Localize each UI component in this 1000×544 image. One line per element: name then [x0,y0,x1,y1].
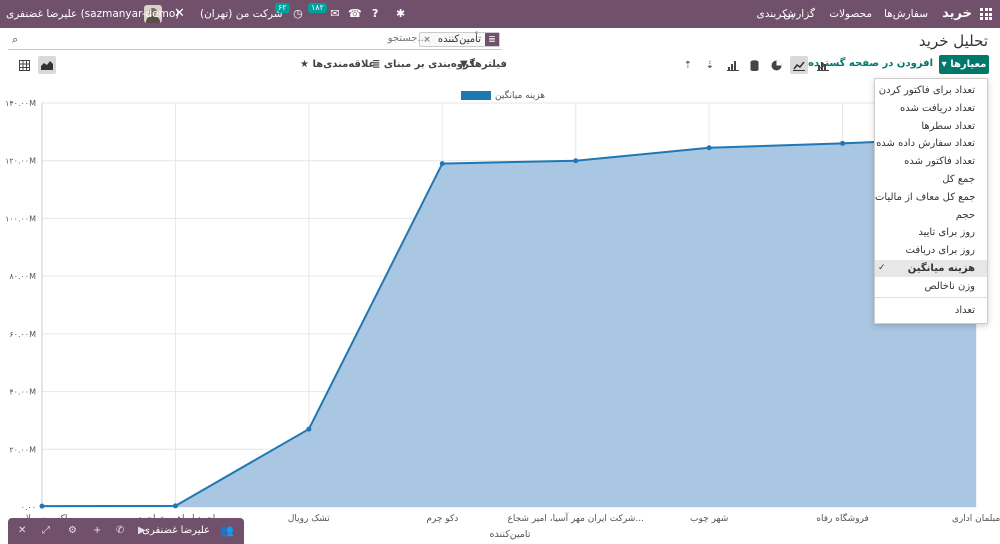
video-icon[interactable]: ▶ [138,525,146,536]
groupby-toggle[interactable]: ≣ گروه‌بندی بر مبنای [372,59,475,70]
menu-configuration[interactable]: پیکربندی [756,0,794,28]
x-tick-label: فروشگاه رفاه [816,512,869,524]
data-point [573,158,579,164]
message-count-badge: ۱۸۲ [308,3,327,13]
measure-item[interactable]: وزن ناخالص [875,278,987,295]
pivot-view-icon[interactable] [15,56,33,74]
stacked-icon[interactable] [745,56,763,74]
support-icon[interactable]: ☎ [348,0,362,28]
groupby-facet-icon: ≣ [485,33,499,46]
measures-dropdown: تعداد برای فاکتور کردن تعداد دریافت شده تع… [874,78,988,324]
measures-button[interactable]: ▾ معیارها [939,55,989,74]
data-point [172,503,178,509]
settings-icon[interactable]: ⚙ [68,525,77,536]
graph-view-icon[interactable] [38,56,56,74]
measure-item[interactable]: روز برای دریافت [875,242,987,259]
measure-item[interactable]: هزینه میانگین ✓ [875,260,987,277]
y-tick-label: ۴۰.۰۰M [9,388,36,397]
data-point [706,145,712,151]
y-tick-label: ۱۴۰.۰۰M [5,99,36,108]
y-tick-label: ۰.۰۰ [21,503,36,512]
y-tick-label: ۶۰.۰۰M [9,330,36,339]
favorites-toggle[interactable]: ★ علاقه‌مندی‌ها [300,59,375,70]
legend-swatch[interactable] [461,91,491,100]
facet-value: تأمین‌کننده [437,34,481,45]
users-icon: 👥 [220,524,234,537]
data-point [39,503,45,509]
menu-products[interactable]: محصولات [829,0,872,28]
sort-descending-icon[interactable]: ⇣ [701,56,719,74]
y-tick-label: ۲۰.۰۰M [9,445,36,454]
pie-chart-icon[interactable] [767,56,785,74]
x-tick-label: تشک رویال [288,514,330,524]
x-tick-label: دکو چرم [426,514,458,524]
measure-item[interactable]: جمع کل [875,171,987,188]
y-tick-label: ۱۲۰.۰۰M [5,157,36,166]
chat-user-name: علیرضا غضنفری [142,525,210,536]
measure-item[interactable]: روز برای تایید [875,224,987,241]
x-axis-label: تامین‌کننده [490,529,531,540]
help-icon[interactable]: ? [372,0,378,28]
add-user-icon[interactable]: + [93,525,101,536]
measure-item-count[interactable]: تعداد [875,302,987,319]
app-brand[interactable]: خرید [942,0,972,28]
company-switcher[interactable]: شرکت من (تهران) [200,0,283,28]
menu-divider [875,297,987,298]
data-point [840,140,846,146]
legend-label[interactable]: هزینه میانگین [495,89,545,101]
page-title: تحلیل خرید [918,32,988,50]
measure-item[interactable]: تعداد فاکتور شده [875,153,987,170]
data-point [439,161,445,167]
y-tick-label: ۱۰۰.۰۰M [5,214,36,223]
x-tick-label: شهر چوب [690,514,728,524]
graph-chart: ۰.۰۰ ۲۰.۰۰M ۴۰.۰۰M ۶۰.۰۰M ۸۰.۰۰M ۱۰۰.۰۰M ۱۲۰.۰… [5,89,1000,540]
measure-item[interactable]: تعداد سطرها [875,118,987,135]
measure-item[interactable]: تعداد دریافت شده [875,100,987,117]
expand-icon[interactable]: ⤢ [42,525,50,536]
apps-grid-icon[interactable] [980,8,992,20]
measure-item[interactable]: جمع کل معاف از مالیات [875,189,987,206]
sort-ascending-icon[interactable]: ⇡ [679,56,697,74]
search-facet: × تأمین‌کننده ≣ [419,32,500,47]
messages-icon[interactable]: ۱۸۲ ✉ [308,0,340,28]
chat-window-bar[interactable]: 👥 علیرضا غضنفری ▶ ✆ + ⚙ ⤢ ✕ [8,518,244,544]
bar-chart-icon[interactable] [814,56,832,74]
user-menu[interactable]: علیرضا غضنفری (sazmanyar-demo) [6,0,179,28]
menu-orders[interactable]: سفارش‌ها [884,0,928,28]
measure-item[interactable]: حجم [875,207,987,224]
measure-item[interactable]: تعداد سفارش داده شده [875,135,987,152]
check-icon: ✓ [878,263,886,273]
bug-icon[interactable]: ✱ [396,0,405,28]
measure-item[interactable]: تعداد برای فاکتور کردن [875,82,987,99]
phone-icon[interactable]: ✆ [116,525,124,536]
y-tick-label: ۸۰.۰۰M [9,272,36,281]
search-bar[interactable]: ⌕ × تأمین‌کننده ≣ جستجو... [8,30,502,50]
search-input[interactable]: جستجو... [388,33,427,44]
x-tick-label: شرکت ایران مهر آسیا، امیر شجاع... [508,512,644,524]
area-fill [42,137,976,507]
data-point [306,426,312,432]
close-icon[interactable]: ✕ [18,525,26,536]
x-tick-label: مبلمان اداری [952,514,1000,524]
top-navbar: خرید سفارش‌ها محصولات گزارش پیکربندی ✱ ?… [0,0,1000,28]
cumulative-icon[interactable] [724,56,742,74]
line-chart-icon[interactable] [790,56,808,74]
search-icon[interactable]: ⌕ [12,33,18,47]
